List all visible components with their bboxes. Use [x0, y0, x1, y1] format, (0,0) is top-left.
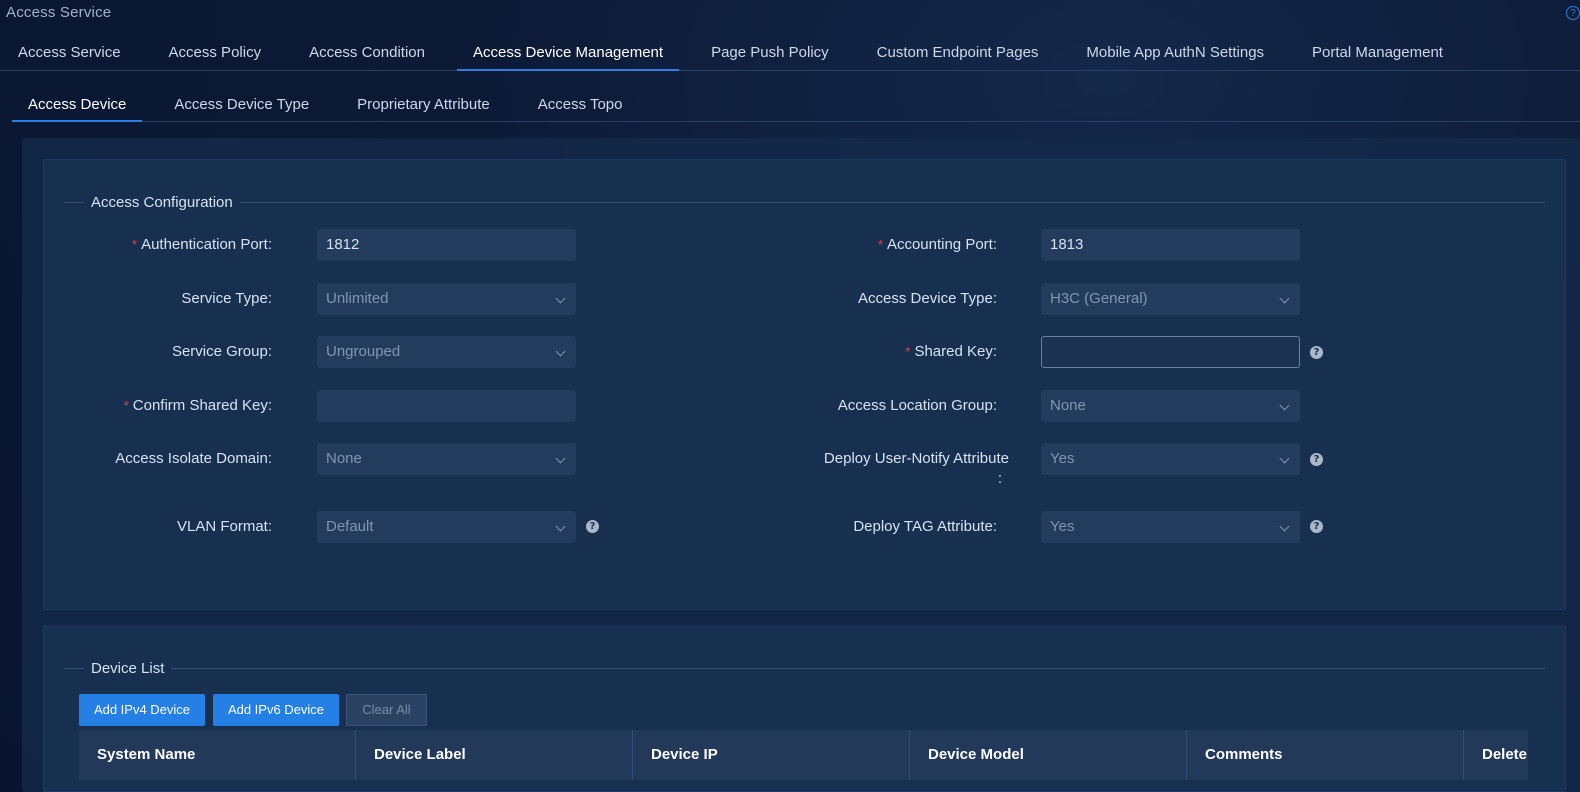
subtab-access-device[interactable]: Access Device: [12, 88, 143, 122]
access-location-group-label: Access Location Group:: [837, 397, 997, 414]
chevron-down-icon: [555, 521, 566, 532]
shared-key-label: * Shared Key:: [905, 343, 997, 360]
subtab-access-device-type[interactable]: Access Device Type: [158, 88, 325, 122]
question-circle-icon[interactable]: ?: [1310, 453, 1323, 466]
tab-access-device-management[interactable]: Access Device Management: [456, 36, 680, 71]
service-group-label: Service Group:: [171, 343, 272, 360]
help-icon[interactable]: ?: [1566, 6, 1580, 20]
question-circle-icon[interactable]: ?: [1310, 520, 1323, 533]
required-mark: *: [132, 237, 138, 252]
authentication-port-input[interactable]: 1812: [317, 229, 576, 261]
column-header-device-label[interactable]: Device Label: [356, 730, 633, 780]
tab-access-service[interactable]: Access Service: [0, 36, 137, 71]
section-title: Access Configuration: [91, 193, 233, 211]
question-circle-icon[interactable]: ?: [586, 520, 599, 533]
access-device-type-label: Access Device Type:: [858, 290, 997, 307]
access-isolate-domain-label: Access Isolate Domain:: [115, 450, 272, 467]
confirm-shared-key-input[interactable]: [317, 390, 576, 422]
chevron-down-icon: [1279, 293, 1290, 304]
accounting-port-label: * Accounting Port:: [877, 236, 997, 253]
required-mark: *: [123, 398, 129, 413]
required-mark: *: [905, 344, 911, 359]
access-location-group-select[interactable]: None: [1041, 390, 1300, 422]
chevron-down-icon: [555, 346, 566, 357]
chevron-down-icon: [1279, 521, 1290, 532]
confirm-shared-key-label: * Confirm Shared Key:: [123, 397, 272, 414]
tab-portal-management[interactable]: Portal Management: [1296, 36, 1459, 71]
sub-nav-tabs: Access Device Access Device Type Proprie…: [12, 88, 1580, 122]
deploy-tag-select[interactable]: Yes: [1041, 511, 1300, 543]
chevron-down-icon: [1279, 400, 1290, 411]
column-header-device-ip[interactable]: Device IP: [633, 730, 910, 780]
add-ipv4-device-button[interactable]: Add IPv4 Device: [79, 694, 205, 726]
required-mark: *: [877, 237, 883, 252]
access-device-type-select[interactable]: H3C (General): [1041, 283, 1300, 315]
shared-key-input[interactable]: [1041, 336, 1300, 368]
access-configuration-legend: Access Configuration: [64, 192, 1545, 212]
device-list-legend: Device List: [64, 658, 1545, 678]
service-type-select[interactable]: Unlimited: [317, 283, 576, 315]
chevron-down-icon: [555, 293, 566, 304]
service-type-label: Service Type:: [181, 290, 272, 307]
tab-access-condition[interactable]: Access Condition: [293, 36, 441, 71]
tab-custom-endpoint-pages[interactable]: Custom Endpoint Pages: [861, 36, 1055, 71]
chevron-down-icon: [555, 453, 566, 464]
service-group-select[interactable]: Ungrouped: [317, 336, 576, 368]
access-isolate-domain-select[interactable]: None: [317, 443, 576, 475]
question-circle-icon[interactable]: ?: [1310, 346, 1323, 359]
tab-page-push-policy[interactable]: Page Push Policy: [695, 36, 845, 71]
access-configuration-panel: Access Configuration: [43, 159, 1566, 610]
column-header-system-name[interactable]: System Name: [79, 730, 356, 780]
deploy-user-notify-select[interactable]: Yes: [1041, 443, 1300, 475]
accounting-port-input[interactable]: 1813: [1041, 229, 1300, 261]
add-ipv6-device-button[interactable]: Add IPv6 Device: [213, 694, 339, 726]
deploy-user-notify-label: Deploy User-Notify Attribute:: [823, 450, 1009, 487]
column-header-comments[interactable]: Comments: [1187, 730, 1464, 780]
device-table-header: System Name Device Label Device IP Devic…: [79, 730, 1528, 780]
section-title: Device List: [91, 659, 165, 677]
tab-access-policy[interactable]: Access Policy: [153, 36, 278, 71]
subtab-access-topo[interactable]: Access Topo: [522, 88, 639, 122]
tab-mobile-app-authn-settings[interactable]: Mobile App AuthN Settings: [1070, 36, 1280, 71]
authentication-port-label: * Authentication Port:: [132, 236, 272, 253]
top-nav-tabs: Access Service Access Policy Access Cond…: [0, 36, 1580, 71]
column-header-delete[interactable]: Delete: [1464, 730, 1528, 780]
subtab-proprietary-attribute[interactable]: Proprietary Attribute: [341, 88, 506, 122]
vlan-format-label: VLAN Format:: [176, 518, 272, 535]
page-title: Access Service: [6, 4, 112, 21]
clear-all-button[interactable]: Clear All: [346, 694, 427, 726]
vlan-format-select[interactable]: Default: [317, 511, 576, 543]
chevron-down-icon: [1279, 453, 1290, 464]
column-header-device-model[interactable]: Device Model: [910, 730, 1187, 780]
deploy-tag-label: Deploy TAG Attribute:: [853, 518, 997, 535]
